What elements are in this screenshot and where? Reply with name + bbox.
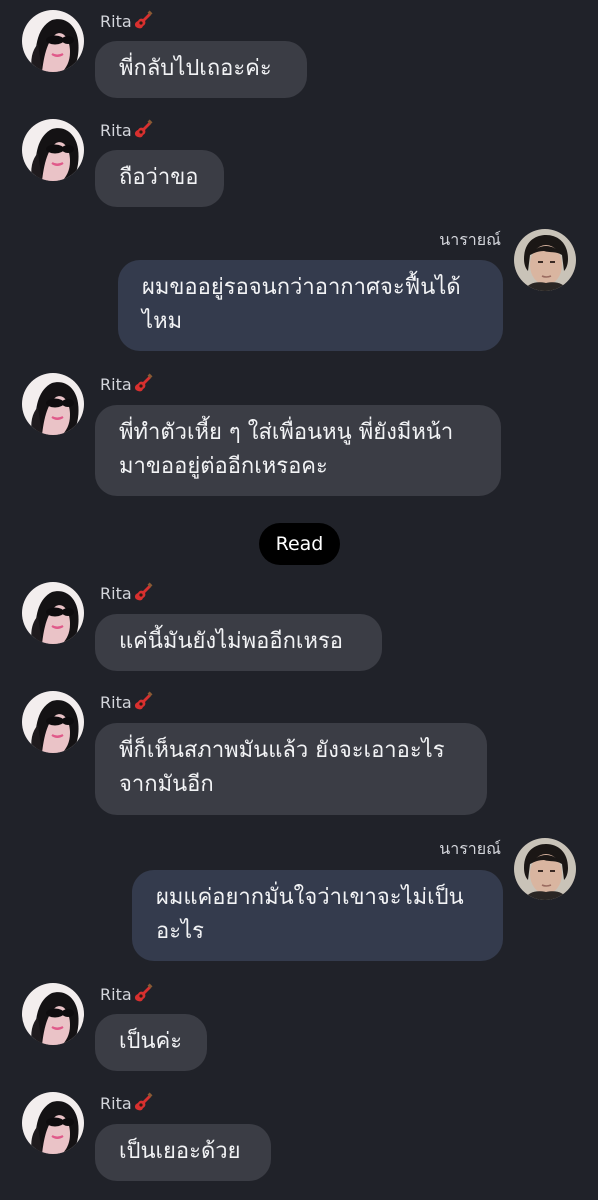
guitar-icon	[133, 983, 153, 1008]
sender-name: Rita	[100, 584, 132, 603]
read-receipt-pill: Read	[259, 523, 340, 565]
incoming-message-bubble[interactable]: ถือว่าขอ	[95, 150, 224, 207]
self-avatar[interactable]	[514, 229, 576, 291]
incoming-message-bubble[interactable]: เป็นเยอะด้วย	[95, 1124, 271, 1181]
contact-avatar[interactable]	[22, 373, 84, 435]
contact-avatar[interactable]	[22, 983, 84, 1045]
contact-avatar[interactable]	[22, 10, 84, 72]
incoming-message-bubble[interactable]: เป็นค่ะ	[95, 1014, 207, 1071]
guitar-icon	[133, 1092, 153, 1117]
self-avatar[interactable]	[514, 838, 576, 900]
incoming-message-bubble[interactable]: พี่ก็เห็นสภาพมันแล้ว ยังจะเอาอะไร จากมัน…	[95, 723, 487, 815]
chat-thread: Read Rita พี่กลับไปเถอะค่ะ Rita ถือว่าขอนาร…	[0, 0, 598, 1200]
guitar-icon	[133, 10, 153, 35]
guitar-icon	[133, 582, 153, 607]
outgoing-message-bubble[interactable]: ผมแค่อยากมั่นใจว่าเขาจะไม่เป็น อะไร	[132, 870, 503, 961]
outgoing-message-bubble[interactable]: ผมขออยู่รอจนกว่าอากาศจะฟื้นได้ ไหม	[118, 260, 503, 351]
sender-name: Rita	[100, 12, 132, 31]
contact-avatar[interactable]	[22, 1092, 84, 1154]
incoming-message-bubble[interactable]: แค่นี้มันยังไม่พออีกเหรอ	[95, 614, 382, 671]
contact-avatar[interactable]	[22, 691, 84, 753]
guitar-icon	[133, 119, 153, 144]
sender-name: Rita	[100, 121, 132, 140]
guitar-icon	[133, 373, 153, 398]
sender-name: Rita	[100, 1094, 132, 1113]
incoming-message-bubble[interactable]: พี่ทำตัวเหี้ย ๆ ใส่เพื่อนหนู พี่ยังมีหน้…	[95, 405, 501, 496]
guitar-icon	[133, 691, 153, 716]
sender-name: นารายณ์	[439, 230, 501, 249]
sender-name: Rita	[100, 693, 132, 712]
sender-name: Rita	[100, 375, 132, 394]
sender-name: นารายณ์	[439, 839, 501, 858]
contact-avatar[interactable]	[22, 582, 84, 644]
incoming-message-bubble[interactable]: พี่กลับไปเถอะค่ะ	[95, 41, 307, 98]
sender-name: Rita	[100, 985, 132, 1004]
contact-avatar[interactable]	[22, 119, 84, 181]
